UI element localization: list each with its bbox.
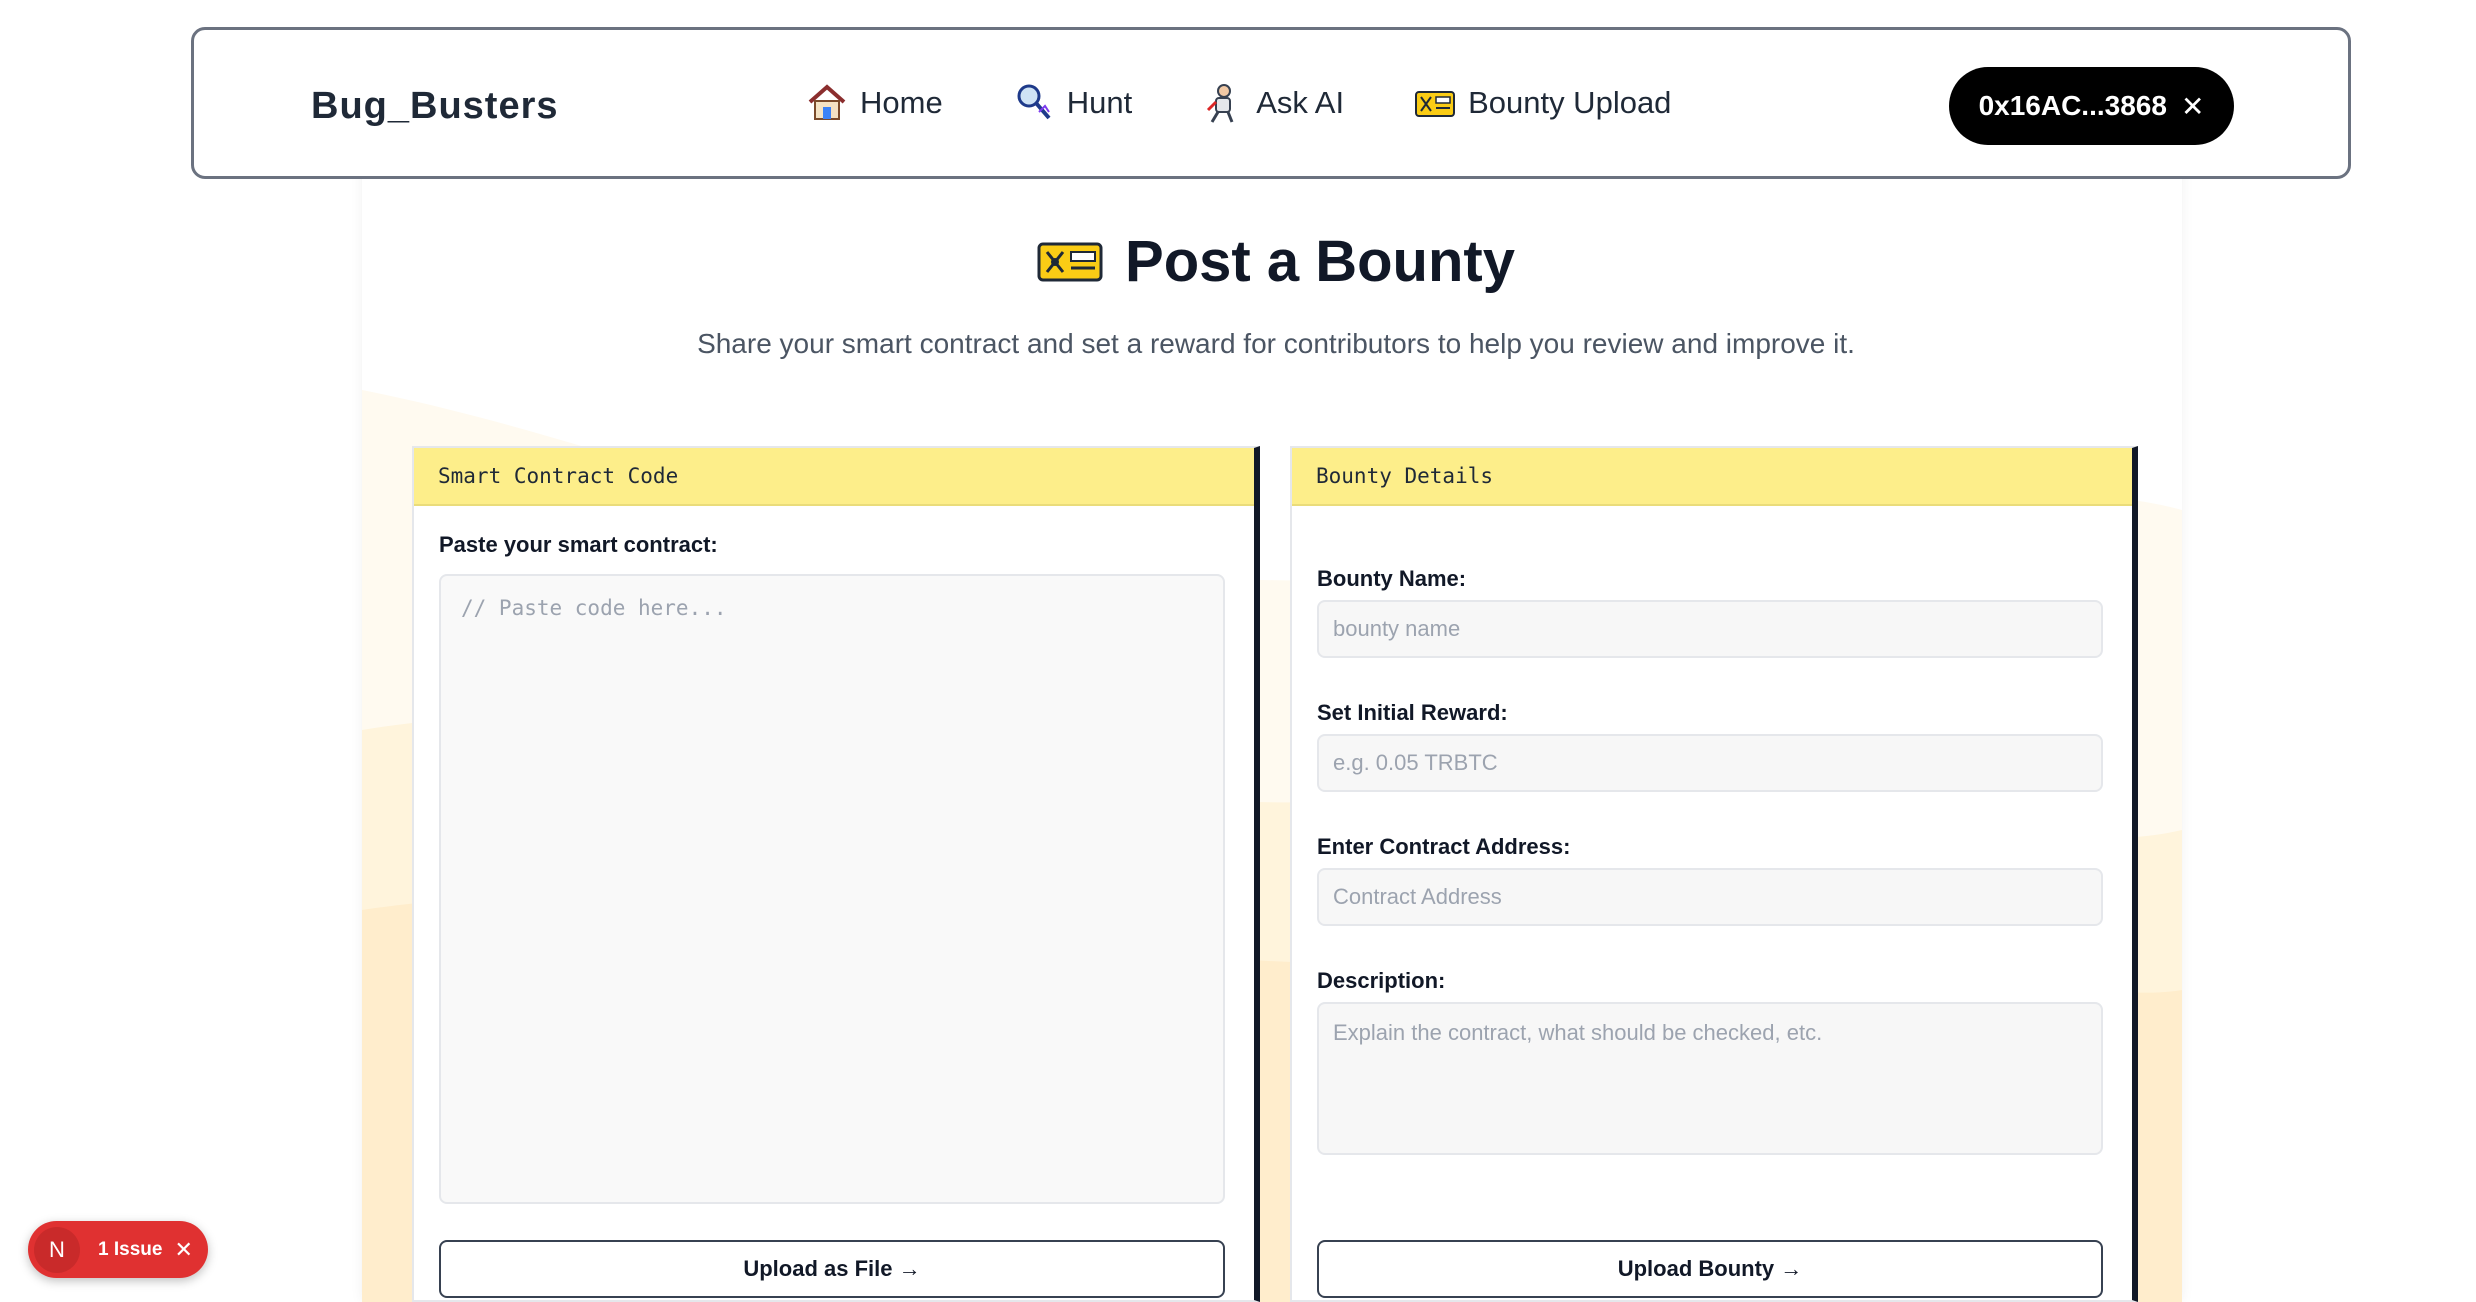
issue-initial: N bbox=[34, 1226, 80, 1273]
bounty-card-icon bbox=[1415, 91, 1456, 117]
nav-link-bounty-upload[interactable]: Bounty Upload bbox=[1414, 82, 1671, 124]
nav-link-ask-ai[interactable]: Ask AI bbox=[1202, 82, 1344, 124]
nav-link-label: Bounty Upload bbox=[1468, 85, 1672, 120]
panel-header: Bounty Details bbox=[1292, 448, 2132, 506]
nav-link-hunt[interactable]: Hunt bbox=[1013, 82, 1132, 124]
page-subtitle: Share your smart contract and set a rewa… bbox=[697, 328, 1855, 359]
bounty-name-label: Bounty Name: bbox=[1317, 566, 1467, 591]
description-textarea[interactable]: Explain the contract, what should be che… bbox=[1317, 1002, 2103, 1155]
magnifier-icon bbox=[1017, 84, 1051, 120]
bounty-card-icon bbox=[1037, 242, 1103, 281]
bounty-name-input[interactable]: bounty name bbox=[1317, 600, 2103, 658]
contract-address-label: Enter Contract Address: bbox=[1317, 834, 1571, 859]
reward-input[interactable]: e.g. 0.05 TRBTC bbox=[1317, 734, 2103, 792]
brand-logo[interactable]: Bug_Busters bbox=[311, 85, 559, 128]
code-textarea[interactable]: // Paste code here... bbox=[439, 574, 1225, 1204]
nav-link-label: Hunt bbox=[1066, 85, 1133, 120]
upload-bounty-button[interactable]: Upload Bounty → bbox=[1317, 1240, 2103, 1298]
robot-icon bbox=[1207, 84, 1234, 123]
wallet-button[interactable]: 0x16AC...3868 ✕ bbox=[1949, 67, 2234, 145]
title-row: Post a Bounty bbox=[0, 228, 2476, 295]
issue-badge[interactable]: N 1 Issue ✕ bbox=[28, 1221, 208, 1278]
page-title: Post a Bounty bbox=[1125, 229, 1515, 294]
close-icon[interactable]: ✕ bbox=[2181, 90, 2204, 123]
nav-links: Home Hunt Ask AI Bounty Upload bbox=[806, 82, 1671, 124]
issue-count: 1 Issue bbox=[98, 1238, 163, 1260]
bounty-details-panel: Bounty Details Bounty Name: bounty name … bbox=[1290, 446, 2138, 1302]
contract-address-input[interactable]: Contract Address bbox=[1317, 868, 2103, 926]
nav-link-label: Ask AI bbox=[1256, 85, 1345, 120]
navbar: Bug_Busters Home Hunt Ask AI Bounty Uplo… bbox=[191, 27, 2351, 179]
description-label: Description: bbox=[1317, 968, 1446, 993]
smart-contract-panel: Smart Contract Code Paste your smart con… bbox=[412, 446, 1260, 1302]
code-label: Paste your smart contract: bbox=[439, 532, 718, 557]
reward-label: Set Initial Reward: bbox=[1317, 700, 1508, 725]
house-icon bbox=[808, 84, 846, 120]
upload-file-button[interactable]: Upload as File → bbox=[439, 1240, 1225, 1298]
close-icon[interactable]: ✕ bbox=[174, 1237, 192, 1263]
nav-link-label: Home bbox=[860, 85, 943, 120]
panel-header: Smart Contract Code bbox=[414, 448, 1254, 506]
wallet-address: 0x16AC...3868 bbox=[1978, 90, 2167, 121]
nav-link-home[interactable]: Home bbox=[806, 82, 943, 124]
